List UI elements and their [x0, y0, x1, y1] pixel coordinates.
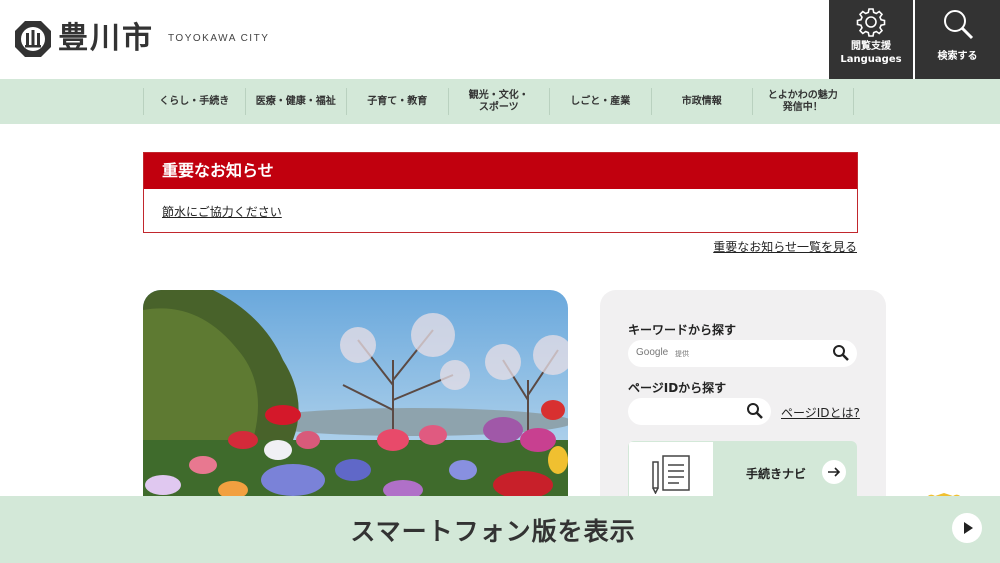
- site-header: 豊川市 TOYOKAWA CITY 閲覧支援 Languages 検索する: [0, 0, 1000, 79]
- keyword-search-label: キーワードから探す: [628, 323, 737, 337]
- procedure-navi-label: 手続きナビ: [746, 467, 807, 481]
- site-subtitle: TOYOKAWA CITY: [168, 33, 270, 44]
- smartphone-view-bar[interactable]: スマートフォン版を表示: [0, 496, 1000, 563]
- keyword-search-input[interactable]: Google 提供: [628, 340, 857, 367]
- nav-item-childcare[interactable]: 子育て・教育: [346, 88, 448, 115]
- nav-item-business[interactable]: しごと・産業: [549, 88, 651, 115]
- city-emblem-icon: [15, 21, 51, 57]
- nav-item-tourism[interactable]: 観光・文化・ スポーツ: [447, 88, 550, 115]
- nav-item-health[interactable]: 医療・健康・福祉: [244, 88, 347, 115]
- nav-item-living[interactable]: くらし・手続き: [143, 88, 245, 115]
- google-provider-text: Google: [636, 347, 669, 358]
- nav-item-city-info[interactable]: 市政情報: [650, 88, 753, 115]
- search-toggle-button[interactable]: 検索する: [915, 0, 1000, 79]
- page-id-help-link[interactable]: ページIDとは?: [781, 404, 860, 421]
- search-panel: キーワードから探す Google 提供 ページIDから探す ページIDとは? 手…: [600, 290, 886, 500]
- keyword-search-icon[interactable]: [832, 344, 850, 362]
- play-icon[interactable]: [952, 513, 982, 543]
- search-label: 検索する: [937, 51, 978, 62]
- hero-image: [143, 290, 568, 500]
- provider-suffix-text: 提供: [675, 350, 689, 358]
- access-label: 閲覧支援 Languages: [840, 41, 902, 65]
- page-id-search-icon[interactable]: [746, 402, 764, 420]
- nav-item-attractions[interactable]: とよかわの魅力 発信中！: [752, 88, 854, 115]
- site-logo[interactable]: 豊川市 TOYOKAWA CITY: [14, 20, 269, 58]
- notice-item-link[interactable]: 節水にご協力ください: [162, 203, 282, 220]
- notice-title: 重要なお知らせ: [144, 153, 857, 189]
- notice-list-link[interactable]: 重要なお知らせ一覧を見る: [713, 238, 857, 255]
- smartphone-view-label: スマートフォン版を表示: [350, 517, 636, 546]
- global-nav: くらし・手続き 医療・健康・福祉 子育て・教育 観光・文化・ スポーツ しごと・産…: [0, 79, 1000, 124]
- search-icon: [943, 10, 973, 40]
- procedure-navi-button[interactable]: 手続きナビ: [628, 441, 857, 500]
- arrow-right-icon: [822, 460, 846, 484]
- gear-icon: [856, 8, 886, 37]
- document-pencil-icon: [652, 455, 690, 494]
- accessibility-languages-button[interactable]: 閲覧支援 Languages: [829, 0, 913, 79]
- important-notice: 重要なお知らせ 節水にご協力ください: [143, 152, 858, 233]
- page-id-input[interactable]: [628, 398, 771, 425]
- procedure-icon-box: [628, 441, 714, 500]
- page-id-label: ページIDから探す: [628, 381, 727, 395]
- site-title: 豊川市: [58, 21, 154, 56]
